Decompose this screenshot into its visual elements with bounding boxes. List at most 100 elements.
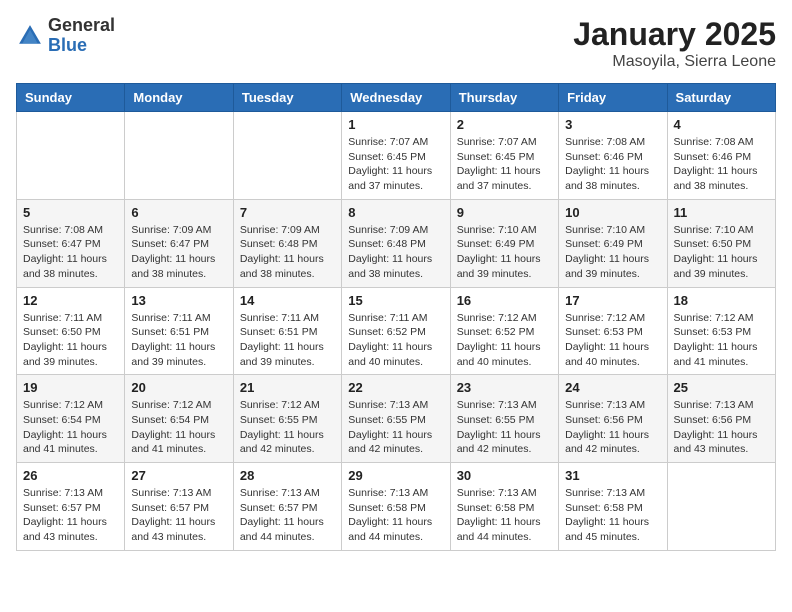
calendar-week-row: 26 Sunrise: 7:13 AM Sunset: 6:57 PM Dayli… bbox=[17, 463, 776, 551]
calendar-day-cell: 29 Sunrise: 7:13 AM Sunset: 6:58 PM Dayli… bbox=[342, 463, 450, 551]
calendar-day-cell: 28 Sunrise: 7:13 AM Sunset: 6:57 PM Dayli… bbox=[233, 463, 341, 551]
calendar-day-cell: 24Sunrise: 7:13 AM Sunset: 6:56 PM Dayli… bbox=[559, 375, 667, 463]
calendar-day-cell: 2Sunrise: 7:07 AM Sunset: 6:45 PM Daylig… bbox=[450, 112, 558, 200]
day-info: Sunrise: 7:09 AM Sunset: 6:48 PM Dayligh… bbox=[240, 223, 335, 282]
calendar-week-row: 1 Sunrise: 7:07 AM Sunset: 6:45 PM Daylig… bbox=[17, 112, 776, 200]
day-number: 4 bbox=[674, 117, 769, 132]
page-header: General Blue January 2025 Masoyila, Sier… bbox=[16, 16, 776, 71]
day-number: 23 bbox=[457, 380, 552, 395]
calendar-day-cell: 18 Sunrise: 7:12 AM Sunset: 6:53 PM Dayli… bbox=[667, 287, 775, 375]
calendar-day-cell: 15 Sunrise: 7:11 AM Sunset: 6:52 PM Dayli… bbox=[342, 287, 450, 375]
calendar-header-row: SundayMondayTuesdayWednesdayThursdayFrid… bbox=[17, 84, 776, 112]
day-info: Sunrise: 7:13 AM Sunset: 6:58 PM Dayligh… bbox=[457, 486, 552, 545]
day-info: Sunrise: 7:12 AM Sunset: 6:53 PM Dayligh… bbox=[674, 311, 769, 370]
day-number: 1 bbox=[348, 117, 443, 132]
day-info: Sunrise: 7:13 AM Sunset: 6:58 PM Dayligh… bbox=[348, 486, 443, 545]
title-block: January 2025 Masoyila, Sierra Leone bbox=[573, 16, 776, 71]
day-number: 19 bbox=[23, 380, 118, 395]
day-info: Sunrise: 7:11 AM Sunset: 6:52 PM Dayligh… bbox=[348, 311, 443, 370]
day-of-week-header: Tuesday bbox=[233, 84, 341, 112]
day-info: Sunrise: 7:10 AM Sunset: 6:49 PM Dayligh… bbox=[565, 223, 660, 282]
day-of-week-header: Thursday bbox=[450, 84, 558, 112]
calendar-day-cell: 16Sunrise: 7:12 AM Sunset: 6:52 PM Dayli… bbox=[450, 287, 558, 375]
calendar-day-cell: 8Sunrise: 7:09 AM Sunset: 6:48 PM Daylig… bbox=[342, 199, 450, 287]
calendar-day-cell: 23 Sunrise: 7:13 AM Sunset: 6:55 PM Dayli… bbox=[450, 375, 558, 463]
calendar-day-cell: 20Sunrise: 7:12 AM Sunset: 6:54 PM Dayli… bbox=[125, 375, 233, 463]
calendar-day-cell: 13 Sunrise: 7:11 AM Sunset: 6:51 PM Dayli… bbox=[125, 287, 233, 375]
calendar-day-cell bbox=[17, 112, 125, 200]
day-number: 10 bbox=[565, 205, 660, 220]
day-of-week-header: Wednesday bbox=[342, 84, 450, 112]
calendar-day-cell: 7Sunrise: 7:09 AM Sunset: 6:48 PM Daylig… bbox=[233, 199, 341, 287]
day-info: Sunrise: 7:08 AM Sunset: 6:46 PM Dayligh… bbox=[565, 135, 660, 194]
day-info: Sunrise: 7:13 AM Sunset: 6:56 PM Dayligh… bbox=[565, 398, 660, 457]
calendar-day-cell: 12 Sunrise: 7:11 AM Sunset: 6:50 PM Dayli… bbox=[17, 287, 125, 375]
day-number: 11 bbox=[674, 205, 769, 220]
calendar-day-cell: 6 Sunrise: 7:09 AM Sunset: 6:47 PM Daylig… bbox=[125, 199, 233, 287]
day-number: 29 bbox=[348, 468, 443, 483]
calendar-table: SundayMondayTuesdayWednesdayThursdayFrid… bbox=[16, 83, 776, 551]
day-info: Sunrise: 7:11 AM Sunset: 6:51 PM Dayligh… bbox=[131, 311, 226, 370]
day-number: 2 bbox=[457, 117, 552, 132]
day-number: 12 bbox=[23, 293, 118, 308]
day-info: Sunrise: 7:08 AM Sunset: 6:47 PM Dayligh… bbox=[23, 223, 118, 282]
calendar-day-cell: 31Sunrise: 7:13 AM Sunset: 6:58 PM Dayli… bbox=[559, 463, 667, 551]
day-number: 30 bbox=[457, 468, 552, 483]
day-number: 27 bbox=[131, 468, 226, 483]
day-number: 15 bbox=[348, 293, 443, 308]
calendar-day-cell: 10 Sunrise: 7:10 AM Sunset: 6:49 PM Dayli… bbox=[559, 199, 667, 287]
calendar-day-cell: 14Sunrise: 7:11 AM Sunset: 6:51 PM Dayli… bbox=[233, 287, 341, 375]
day-number: 3 bbox=[565, 117, 660, 132]
day-info: Sunrise: 7:09 AM Sunset: 6:48 PM Dayligh… bbox=[348, 223, 443, 282]
day-number: 21 bbox=[240, 380, 335, 395]
calendar-day-cell bbox=[667, 463, 775, 551]
day-info: Sunrise: 7:13 AM Sunset: 6:57 PM Dayligh… bbox=[131, 486, 226, 545]
day-number: 17 bbox=[565, 293, 660, 308]
day-info: Sunrise: 7:12 AM Sunset: 6:54 PM Dayligh… bbox=[23, 398, 118, 457]
day-info: Sunrise: 7:10 AM Sunset: 6:50 PM Dayligh… bbox=[674, 223, 769, 282]
calendar-day-cell: 17 Sunrise: 7:12 AM Sunset: 6:53 PM Dayli… bbox=[559, 287, 667, 375]
day-info: Sunrise: 7:11 AM Sunset: 6:51 PM Dayligh… bbox=[240, 311, 335, 370]
logo-general-text: General bbox=[48, 16, 115, 36]
logo: General Blue bbox=[16, 16, 115, 56]
calendar-day-cell: 30 Sunrise: 7:13 AM Sunset: 6:58 PM Dayli… bbox=[450, 463, 558, 551]
calendar-day-cell: 4Sunrise: 7:08 AM Sunset: 6:46 PM Daylig… bbox=[667, 112, 775, 200]
day-number: 25 bbox=[674, 380, 769, 395]
calendar-day-cell: 1 Sunrise: 7:07 AM Sunset: 6:45 PM Daylig… bbox=[342, 112, 450, 200]
logo-text: General Blue bbox=[48, 16, 115, 56]
day-number: 18 bbox=[674, 293, 769, 308]
day-number: 9 bbox=[457, 205, 552, 220]
calendar-day-cell: 26 Sunrise: 7:13 AM Sunset: 6:57 PM Dayli… bbox=[17, 463, 125, 551]
logo-icon bbox=[16, 22, 44, 50]
day-info: Sunrise: 7:13 AM Sunset: 6:55 PM Dayligh… bbox=[457, 398, 552, 457]
calendar-day-cell bbox=[125, 112, 233, 200]
day-info: Sunrise: 7:13 AM Sunset: 6:56 PM Dayligh… bbox=[674, 398, 769, 457]
day-info: Sunrise: 7:07 AM Sunset: 6:45 PM Dayligh… bbox=[348, 135, 443, 194]
calendar-title: January 2025 bbox=[573, 16, 776, 53]
logo-blue-text: Blue bbox=[48, 36, 115, 56]
calendar-day-cell: 22Sunrise: 7:13 AM Sunset: 6:55 PM Dayli… bbox=[342, 375, 450, 463]
day-info: Sunrise: 7:11 AM Sunset: 6:50 PM Dayligh… bbox=[23, 311, 118, 370]
day-info: Sunrise: 7:12 AM Sunset: 6:54 PM Dayligh… bbox=[131, 398, 226, 457]
day-number: 28 bbox=[240, 468, 335, 483]
day-number: 31 bbox=[565, 468, 660, 483]
day-number: 22 bbox=[348, 380, 443, 395]
calendar-week-row: 19 Sunrise: 7:12 AM Sunset: 6:54 PM Dayli… bbox=[17, 375, 776, 463]
calendar-day-cell: 5 Sunrise: 7:08 AM Sunset: 6:47 PM Daylig… bbox=[17, 199, 125, 287]
day-info: Sunrise: 7:09 AM Sunset: 6:47 PM Dayligh… bbox=[131, 223, 226, 282]
day-info: Sunrise: 7:12 AM Sunset: 6:53 PM Dayligh… bbox=[565, 311, 660, 370]
day-info: Sunrise: 7:13 AM Sunset: 6:57 PM Dayligh… bbox=[23, 486, 118, 545]
calendar-day-cell: 3 Sunrise: 7:08 AM Sunset: 6:46 PM Daylig… bbox=[559, 112, 667, 200]
calendar-day-cell: 11 Sunrise: 7:10 AM Sunset: 6:50 PM Dayli… bbox=[667, 199, 775, 287]
calendar-location: Masoyila, Sierra Leone bbox=[573, 53, 776, 71]
day-number: 13 bbox=[131, 293, 226, 308]
calendar-day-cell: 27 Sunrise: 7:13 AM Sunset: 6:57 PM Dayli… bbox=[125, 463, 233, 551]
day-number: 5 bbox=[23, 205, 118, 220]
day-of-week-header: Friday bbox=[559, 84, 667, 112]
day-number: 16 bbox=[457, 293, 552, 308]
day-number: 26 bbox=[23, 468, 118, 483]
day-number: 6 bbox=[131, 205, 226, 220]
day-info: Sunrise: 7:13 AM Sunset: 6:57 PM Dayligh… bbox=[240, 486, 335, 545]
day-of-week-header: Monday bbox=[125, 84, 233, 112]
calendar-day-cell bbox=[233, 112, 341, 200]
